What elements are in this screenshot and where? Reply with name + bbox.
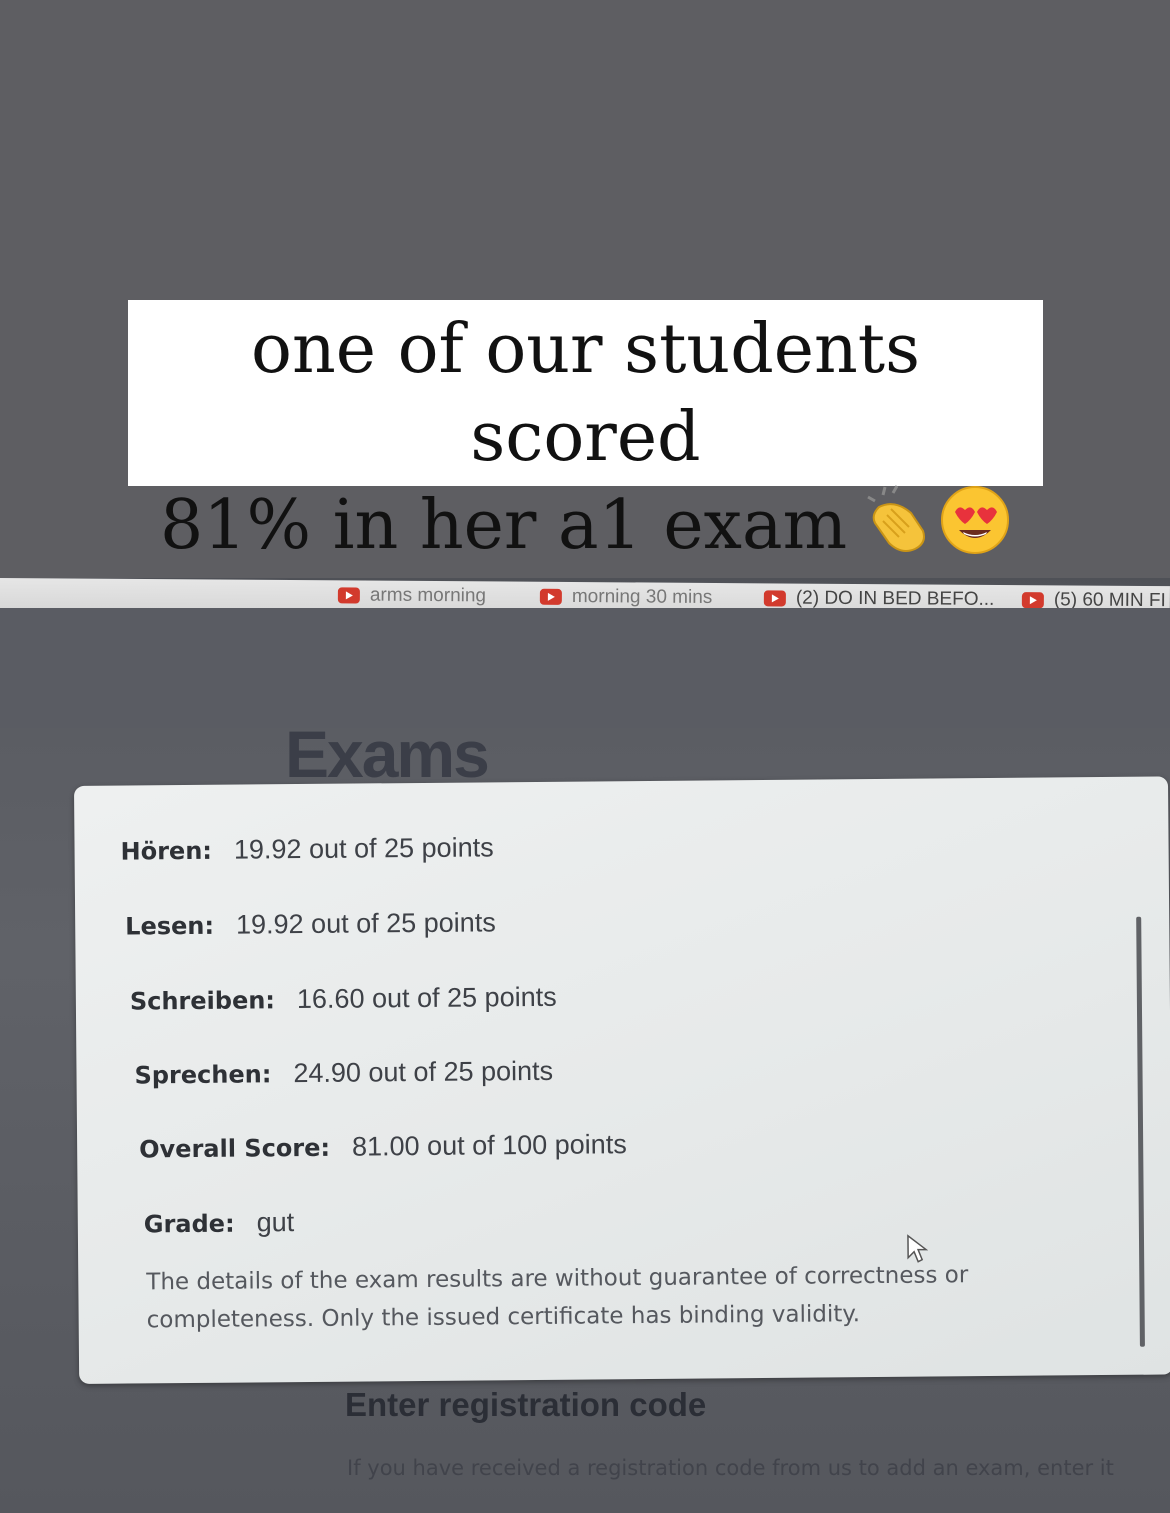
registration-title: Enter registration code [345,1386,707,1423]
result-grade: Grade: gut [143,1207,295,1239]
results-disclaimer: The details of the exam results are with… [146,1262,969,1334]
result-overall-score: Overall Score: 81.00 out of 100 points [139,1129,627,1164]
result-hoeren: Hören: 19.92 out of 25 points [120,832,494,866]
bookmark-morning-30-mins[interactable]: morning 30 mins [539,586,712,609]
result-sprechen: Sprechen: 24.90 out of 25 points [134,1055,554,1090]
story-caption: one of our students scored 81% in her a1… [128,300,1043,565]
heart-eyes-face-icon [939,484,1011,578]
youtube-icon [337,587,360,604]
caption-line-1: one of our students scored [251,310,920,477]
exam-results-card: Hören: 19.92 out of 25 points Lesen: 19.92… [74,776,1170,1384]
bookmark-arms-morning[interactable]: arms morning [337,584,486,607]
caption-line-2: 81% in her a1 exam [159,486,848,565]
caption-line-2-wrap: 81% in her a1 exam [128,482,1043,578]
screen-photo: arms morning morning 30 mins (2) DO IN B… [0,578,1170,1513]
page-title: Exams [285,717,490,791]
page-header-band [0,608,1170,728]
clapping-hands-icon [865,484,935,577]
mouse-cursor-icon [906,1234,929,1269]
result-lesen: Lesen: 19.92 out of 25 points [125,907,496,941]
youtube-icon [763,590,786,607]
youtube-icon [539,588,562,605]
youtube-icon [1021,592,1044,609]
registration-description: If you have received a registration code… [347,1456,1114,1480]
card-scrollbar[interactable] [1136,916,1145,1347]
result-schreiben: Schreiben: 16.60 out of 25 points [129,981,557,1016]
